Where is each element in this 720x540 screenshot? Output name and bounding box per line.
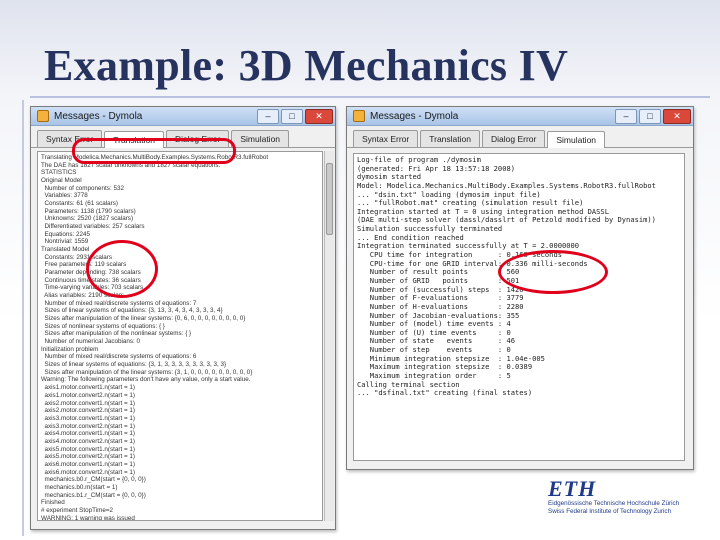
log-line: mechanics.b1.r_CM(start = {0, 0, 0}) xyxy=(41,491,146,499)
minimize-icon[interactable]: – xyxy=(257,108,279,124)
log-line: Number of mixed real/discrete systems of… xyxy=(41,353,197,361)
log-line: axis4.motor.convert1.n(start = 1) xyxy=(41,430,135,438)
log-line: axis1.motor.convert1.n(start = 1) xyxy=(41,384,135,392)
log-line: # experiment StopTime=2 xyxy=(41,506,114,514)
title-divider xyxy=(30,96,710,98)
translation-messages-window: Messages - Dymola – □ ✕ Syntax Error Tra… xyxy=(30,106,336,530)
log-line: Sizes of linear systems of equations: {3… xyxy=(41,361,227,369)
log-line: Free parameters: 119 scalars xyxy=(41,261,127,269)
eth-logo-mark: ETH xyxy=(548,476,597,501)
maximize-icon[interactable]: □ xyxy=(639,108,661,124)
log-line: Original Model xyxy=(41,177,82,185)
dymola-app-icon xyxy=(353,110,365,122)
log-line: Initialization problem xyxy=(41,345,99,353)
log-line: Sizes after manipulation of the nonlinea… xyxy=(41,330,192,338)
log-line: mechanics.b0.r_CM(start = {0, 0, 0}) xyxy=(41,476,146,484)
slide-left-border xyxy=(22,100,24,536)
log-line: Continuous time states: 36 scalars xyxy=(41,276,141,284)
log-line: Sizes of linear systems of equations: {3… xyxy=(41,307,223,315)
log-line: STATISTICS xyxy=(41,169,77,177)
log-line: mechanics.b0.m(start = 1) xyxy=(41,483,118,491)
log-line: Time-varying variables: 703 scalars xyxy=(41,284,144,292)
window-titlebar[interactable]: Messages - Dymola – □ ✕ xyxy=(347,107,693,126)
log-line: Parameters: 1138 (1790 scalars) xyxy=(41,207,136,215)
log-line: Finished xyxy=(41,499,65,507)
window-title: Messages - Dymola xyxy=(370,110,459,122)
log-line: Equations: 2245 xyxy=(41,230,91,238)
eth-logo: ETH Eidgenössische Technische Hochschule… xyxy=(548,478,708,520)
log-line: Unknowns: 2520 (1827 scalars) xyxy=(41,215,134,223)
tab-dialog-error[interactable]: Dialog Error xyxy=(481,130,546,147)
log-line: axis3.motor.convert1.n(start = 1) xyxy=(41,414,135,422)
log-line: axis2.motor.convert1.n(start = 1) xyxy=(41,399,135,407)
highlight-circle-cpu-time xyxy=(498,250,608,294)
tab-translation[interactable]: Translation xyxy=(420,130,480,147)
log-line: Alias variables: 2190 scalars xyxy=(41,292,124,300)
log-line: Number of components: 532 xyxy=(41,184,124,192)
dymola-app-icon xyxy=(37,110,49,122)
log-line: Differentiated variables: 257 scalars xyxy=(41,223,145,231)
tab-syntax-error[interactable]: Syntax Error xyxy=(353,130,419,147)
tab-simulation[interactable]: Simulation xyxy=(231,130,290,147)
log-line: Warning: The following parameters don't … xyxy=(41,376,251,384)
log-line: axis2.motor.convert2.n(start = 1) xyxy=(41,407,135,415)
log-line: Nontrivial: 1559 xyxy=(41,238,89,246)
message-tabs: Syntax Error Translation Dialog Error Si… xyxy=(347,126,693,148)
log-line: Sizes of nonlinear systems of equations:… xyxy=(41,322,165,330)
translation-log[interactable]: Translating Modelica.Mechanics.MultiBody… xyxy=(37,151,323,521)
log-line: Translated Model xyxy=(41,246,90,254)
close-icon[interactable]: ✕ xyxy=(305,108,333,124)
log-line: axis1.motor.convert2.n(start = 1) xyxy=(41,391,135,399)
highlight-circle-continuous-states xyxy=(86,240,158,298)
log-line: WARNING: 1 warning was issued xyxy=(41,514,135,521)
log-line: axis5.motor.convert2.n(start = 1) xyxy=(41,453,135,461)
log-line: Number of numerical Jacobians: 0 xyxy=(41,338,141,346)
log-line: ... "dsfinal.txt" creating (final states… xyxy=(357,388,533,398)
window-title: Messages - Dymola xyxy=(54,110,143,122)
slide-title: Example: 3D Mechanics IV xyxy=(44,41,569,90)
log-line: Variables: 3778 xyxy=(41,192,88,200)
simulation-log[interactable]: Log-file of program ./dymosim (generated:… xyxy=(353,153,685,461)
tab-simulation[interactable]: Simulation xyxy=(547,131,606,148)
close-icon[interactable]: ✕ xyxy=(663,108,691,124)
log-line: Parameter depending: 738 scalars xyxy=(41,269,141,277)
log-line: axis4.motor.convert2.n(start = 1) xyxy=(41,437,135,445)
log-line: axis5.motor.convert1.n(start = 1) xyxy=(41,445,135,453)
maximize-icon[interactable]: □ xyxy=(281,108,303,124)
log-line: Sizes after manipulation of the linear s… xyxy=(41,368,253,376)
log-line: axis6.motor.convert1.n(start = 1) xyxy=(41,460,135,468)
log-line: Number of mixed real/discrete systems of… xyxy=(41,299,197,307)
log-line: Sizes after manipulation of the linear s… xyxy=(41,315,246,323)
log-line: axis3.motor.convert2.n(start = 1) xyxy=(41,422,135,430)
minimize-icon[interactable]: – xyxy=(615,108,637,124)
scrollbar-thumb[interactable] xyxy=(326,163,333,235)
eth-logo-line1: Eidgenössische Technische Hochschule Zür… xyxy=(548,500,680,507)
vertical-scrollbar[interactable] xyxy=(324,151,334,521)
log-line: Constants: 61 (61 scalars) xyxy=(41,200,118,208)
highlight-ellipse-scalar-unknowns xyxy=(72,138,236,164)
log-line: Constants: 2931 scalars xyxy=(41,253,113,261)
log-line: axis6.motor.convert2.n(start = 1) xyxy=(41,468,135,476)
window-titlebar[interactable]: Messages - Dymola – □ ✕ xyxy=(31,107,335,126)
eth-logo-line2: Swiss Federal Institute of Technology Zu… xyxy=(548,508,672,516)
